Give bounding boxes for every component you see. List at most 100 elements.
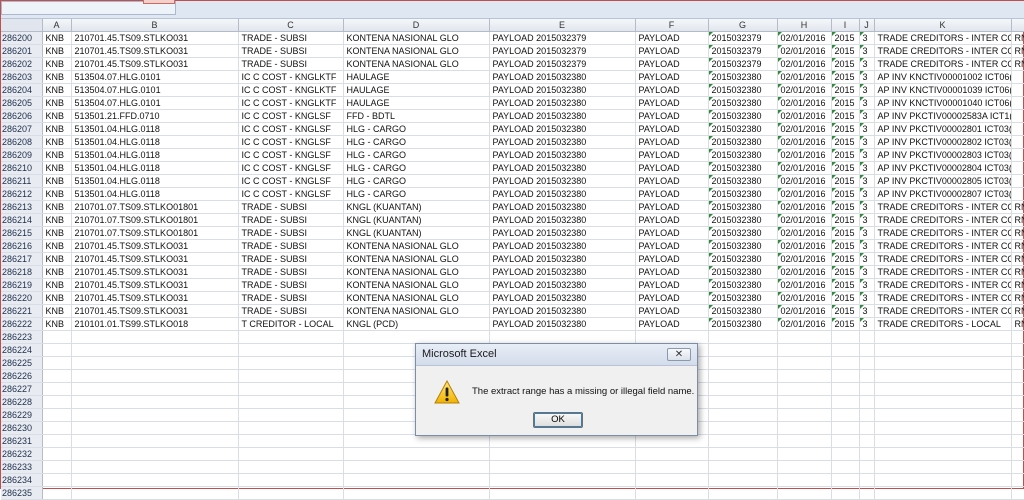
- cell[interactable]: 3: [859, 96, 875, 111]
- cell[interactable]: 2015: [831, 304, 860, 319]
- cell[interactable]: KNB: [42, 122, 72, 137]
- cell[interactable]: KNB: [42, 57, 72, 72]
- cell[interactable]: 513501.04.HLG.0118: [71, 174, 239, 189]
- cell[interactable]: [238, 408, 344, 423]
- cell[interactable]: [874, 395, 1012, 410]
- cell[interactable]: TRADE CREDITORS - INTER CO: [874, 291, 1012, 306]
- cell[interactable]: HLG - CARGO: [343, 148, 490, 163]
- cell[interactable]: 3: [859, 252, 875, 267]
- cell[interactable]: 2015: [831, 31, 860, 46]
- cell[interactable]: [343, 434, 490, 449]
- cell[interactable]: 210701.45.TS09.STLKO031: [71, 304, 239, 319]
- row-header[interactable]: 286220: [1, 291, 43, 306]
- dialog-titlebar[interactable]: Microsoft Excel ✕: [416, 344, 697, 366]
- cell[interactable]: [777, 447, 832, 462]
- cell[interactable]: IC C COST - KNGLSF: [238, 135, 344, 150]
- cell[interactable]: [777, 356, 832, 371]
- cell[interactable]: PAYLOAD: [635, 122, 709, 137]
- cell[interactable]: [777, 343, 832, 358]
- cell[interactable]: 02/01/2016: [777, 57, 832, 72]
- row-header[interactable]: 286225: [1, 356, 43, 371]
- cell[interactable]: TRADE - SUBSI: [238, 252, 344, 267]
- cell[interactable]: RN: [1011, 200, 1024, 215]
- cell[interactable]: PAYLOAD 2015032380: [489, 161, 636, 176]
- cell[interactable]: AP INV KNCTIV00001039 ICT06(RN: [874, 83, 1012, 98]
- cell[interactable]: RN: [1011, 278, 1024, 293]
- cell[interactable]: 3: [859, 174, 875, 189]
- cell[interactable]: [831, 447, 860, 462]
- cell[interactable]: [238, 395, 344, 410]
- cell[interactable]: PAYLOAD: [635, 31, 709, 46]
- cell[interactable]: TRADE - SUBSI: [238, 213, 344, 228]
- cell[interactable]: [859, 382, 875, 397]
- cell[interactable]: HAULAGE: [343, 70, 490, 85]
- cell[interactable]: [635, 434, 709, 449]
- cell[interactable]: 3: [859, 304, 875, 319]
- cell[interactable]: KNB: [42, 109, 72, 124]
- cell[interactable]: [489, 460, 636, 475]
- cell[interactable]: KNB: [42, 278, 72, 293]
- cell[interactable]: 2015: [831, 174, 860, 189]
- cell[interactable]: [238, 369, 344, 384]
- cell[interactable]: 2015032380: [708, 304, 778, 319]
- cell[interactable]: [777, 434, 832, 449]
- cell[interactable]: 513501.04.HLG.0118: [71, 135, 239, 150]
- cell[interactable]: 2015: [831, 161, 860, 176]
- cell[interactable]: 2015032380: [708, 122, 778, 137]
- cell[interactable]: PAYLOAD: [635, 148, 709, 163]
- column-header-h[interactable]: H: [777, 19, 832, 33]
- cell[interactable]: 3: [859, 161, 875, 176]
- cell[interactable]: [1011, 109, 1024, 124]
- cell[interactable]: [777, 460, 832, 475]
- row-header[interactable]: 286208: [1, 135, 43, 150]
- cell[interactable]: 2015: [831, 213, 860, 228]
- cell[interactable]: KONTENA NASIONAL GLO: [343, 57, 490, 72]
- row-header[interactable]: 286218: [1, 265, 43, 280]
- cell[interactable]: [71, 356, 239, 371]
- cell[interactable]: [238, 382, 344, 397]
- row-header[interactable]: 286212: [1, 187, 43, 202]
- cell[interactable]: [708, 421, 778, 436]
- column-header-g[interactable]: G: [708, 19, 778, 33]
- cell[interactable]: 210701.07.TS09.STLKO01801: [71, 226, 239, 241]
- ribbon-button-fragment[interactable]: [143, 0, 175, 4]
- cell[interactable]: [42, 330, 72, 345]
- cell[interactable]: 3: [859, 83, 875, 98]
- row-header[interactable]: 286209: [1, 148, 43, 163]
- cell[interactable]: [708, 343, 778, 358]
- cell[interactable]: [71, 395, 239, 410]
- cell[interactable]: 210701.45.TS09.STLKO031: [71, 31, 239, 46]
- cell[interactable]: 3: [859, 135, 875, 150]
- cell[interactable]: TRADE CREDITORS - INTER CO: [874, 265, 1012, 280]
- row-header[interactable]: 286233: [1, 460, 43, 475]
- cell[interactable]: 3: [859, 187, 875, 202]
- cell[interactable]: KNGL (KUANTAN): [343, 213, 490, 228]
- cell[interactable]: HLG - CARGO: [343, 174, 490, 189]
- cell[interactable]: KONTENA NASIONAL GLO: [343, 252, 490, 267]
- cell[interactable]: [874, 356, 1012, 371]
- cell[interactable]: 3: [859, 57, 875, 72]
- row-header[interactable]: 286216: [1, 239, 43, 254]
- cell[interactable]: AP INV PKCTIV00002804 ICT03(RN: [874, 161, 1012, 176]
- cell[interactable]: [1011, 135, 1024, 150]
- cell[interactable]: [859, 460, 875, 475]
- cell[interactable]: IC C COST - KNGLKTF: [238, 83, 344, 98]
- cell[interactable]: PAYLOAD: [635, 187, 709, 202]
- cell[interactable]: [635, 330, 709, 345]
- cell[interactable]: [489, 447, 636, 462]
- cell[interactable]: [71, 343, 239, 358]
- cell[interactable]: RN: [1011, 213, 1024, 228]
- cell[interactable]: 2015032380: [708, 265, 778, 280]
- cell[interactable]: [343, 473, 490, 488]
- cell[interactable]: TRADE CREDITORS - INTER CO: [874, 213, 1012, 228]
- cell[interactable]: 2015032380: [708, 187, 778, 202]
- cell[interactable]: [874, 343, 1012, 358]
- cell[interactable]: KNB: [42, 213, 72, 228]
- cell[interactable]: 02/01/2016: [777, 252, 832, 267]
- cell[interactable]: RN: [1011, 291, 1024, 306]
- cell[interactable]: TRADE - SUBSI: [238, 278, 344, 293]
- cell[interactable]: [874, 473, 1012, 488]
- cell[interactable]: IC C COST - KNGLKTF: [238, 96, 344, 111]
- cell[interactable]: KNB: [42, 304, 72, 319]
- cell[interactable]: [708, 473, 778, 488]
